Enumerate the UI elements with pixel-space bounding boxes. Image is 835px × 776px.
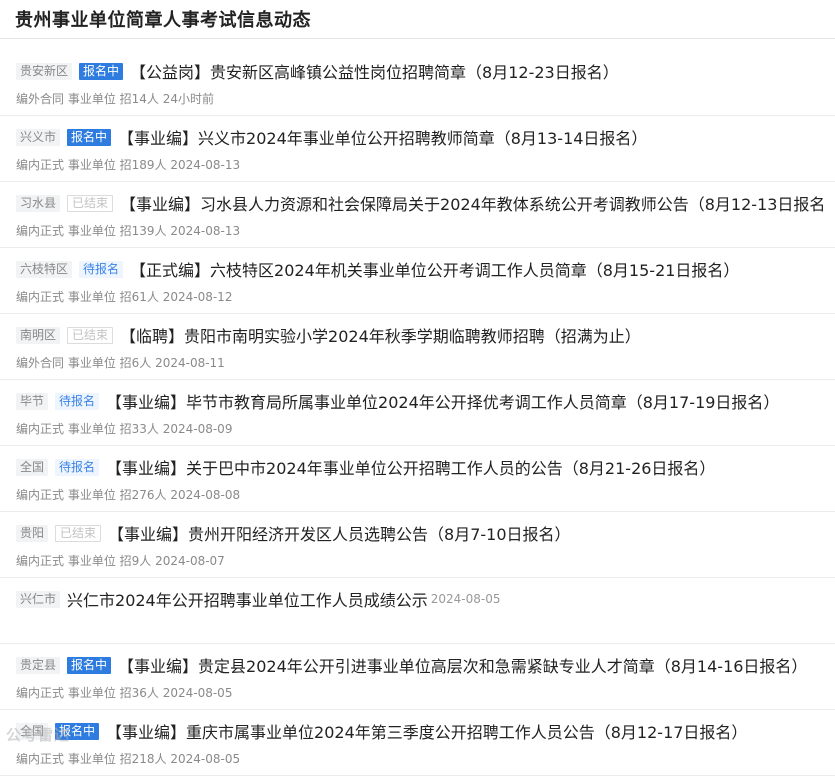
- region-tag[interactable]: 毕节: [16, 392, 49, 410]
- list-item[interactable]: 全国 报名中 【事业编】重庆市属事业单位2024年第三季度公开招聘工作人员公告（8月…: [0, 710, 835, 776]
- announcement-title-link[interactable]: 【公益岗】贵安新区高峰镇公益性岗位招聘简章（8月12-23日报名）: [130, 59, 619, 83]
- list-item[interactable]: 贵阳 已结束 【事业编】贵州开阳经济开发区人员选聘公告（8月7-10日报名） 编内正式…: [0, 512, 835, 578]
- region-tag[interactable]: 兴仁市: [16, 590, 61, 608]
- announcement-title-link[interactable]: 【事业编】习水县人力资源和社会保障局关于2024年教体系统公开考调教师公告（8月…: [120, 191, 825, 215]
- status-badge: 报名中: [67, 656, 112, 674]
- list-item[interactable]: 习水县 已结束 【事业编】习水县人力资源和社会保障局关于2024年教体系统公开考调教…: [0, 182, 835, 248]
- list-item-header: 全国 待报名 【事业编】关于巴中市2024年事业单位公开招聘工作人员的公告（8月21…: [16, 455, 835, 479]
- list-item[interactable]: 贵定县 报名中 【事业编】贵定县2024年公开引进事业单位高层次和急需紧缺专业人才简…: [0, 644, 835, 710]
- announcement-meta: 编内正式 事业单位 招218人 2024-08-05: [16, 752, 241, 766]
- status-badge: 报名中: [79, 62, 124, 80]
- list-item-header: 南明区 已结束 【临聘】贵阳市南明实验小学2024年秋季学期临聘教师招聘（招满为止）: [16, 323, 835, 347]
- list-item[interactable]: 兴义市 报名中 【事业编】兴义市2024年事业单位公开招聘教师简章（8月13-14日…: [0, 116, 835, 182]
- status-badge: 待报名: [55, 458, 100, 476]
- list-item-header: 毕节 待报名 【事业编】毕节市教育局所属事业单位2024年公开择优考调工作人员简章（…: [16, 389, 835, 413]
- announcement-meta: 编内正式 事业单位 招36人 2024-08-05: [16, 686, 233, 700]
- announcement-list: 贵安新区 报名中 【公益岗】贵安新区高峰镇公益性岗位招聘简章（8月12-23日报名）…: [0, 39, 835, 776]
- region-tag[interactable]: 全国: [16, 458, 49, 476]
- announcement-title-link[interactable]: 【临聘】贵阳市南明实验小学2024年秋季学期临聘教师招聘（招满为止）: [120, 323, 641, 347]
- list-item[interactable]: 兴仁市 兴仁市2024年公开招聘事业单位工作人员成绩公示 2024-08-05: [0, 578, 835, 644]
- announcement-meta: 编内正式 事业单位 招189人 2024-08-13: [16, 158, 241, 172]
- list-item-header: 贵阳 已结束 【事业编】贵州开阳经济开发区人员选聘公告（8月7-10日报名）: [16, 521, 835, 545]
- region-tag[interactable]: 贵定县: [16, 656, 61, 674]
- announcement-title-link[interactable]: 【事业编】贵定县2024年公开引进事业单位高层次和急需紧缺专业人才简章（8月14…: [118, 653, 807, 677]
- announcement-meta: 编内正式 事业单位 招139人 2024-08-13: [16, 224, 241, 238]
- region-tag[interactable]: 贵阳: [16, 524, 49, 542]
- watermark: 公考雷达: [6, 726, 71, 744]
- status-badge: 已结束: [67, 326, 114, 344]
- region-tag[interactable]: 贵安新区: [16, 62, 73, 80]
- announcement-title-link[interactable]: 兴仁市2024年公开招聘事业单位工作人员成绩公示: [67, 587, 428, 611]
- list-item[interactable]: 毕节 待报名 【事业编】毕节市教育局所属事业单位2024年公开择优考调工作人员简章（…: [0, 380, 835, 446]
- announcement-meta: 编外合同 事业单位 招14人 24小时前: [16, 92, 214, 106]
- region-tag[interactable]: 南明区: [16, 326, 61, 344]
- status-badge: 已结束: [55, 524, 102, 542]
- list-item-header: 六枝特区 待报名 【正式编】六枝特区2024年机关事业单位公开考调工作人员简章（8月…: [16, 257, 835, 281]
- announcement-title-link[interactable]: 【正式编】六枝特区2024年机关事业单位公开考调工作人员简章（8月15-21日报…: [130, 257, 739, 281]
- list-item-header: 贵安新区 报名中 【公益岗】贵安新区高峰镇公益性岗位招聘简章（8月12-23日报名）: [16, 59, 835, 83]
- list-item[interactable]: 南明区 已结束 【临聘】贵阳市南明实验小学2024年秋季学期临聘教师招聘（招满为止）…: [0, 314, 835, 380]
- list-item[interactable]: 六枝特区 待报名 【正式编】六枝特区2024年机关事业单位公开考调工作人员简章（8月…: [0, 248, 835, 314]
- announcement-meta: 编内正式 事业单位 招61人 2024-08-12: [16, 290, 233, 304]
- announcement-meta: 编外合同 事业单位 招6人 2024-08-11: [16, 356, 225, 370]
- list-item-header: 贵定县 报名中 【事业编】贵定县2024年公开引进事业单位高层次和急需紧缺专业人才简…: [16, 653, 835, 677]
- list-item-header: 兴义市 报名中 【事业编】兴义市2024年事业单位公开招聘教师简章（8月13-14日…: [16, 125, 835, 149]
- announcement-title-link[interactable]: 【事业编】重庆市属事业单位2024年第三季度公开招聘工作人员公告（8月12-17…: [106, 719, 747, 743]
- list-item[interactable]: 贵安新区 报名中 【公益岗】贵安新区高峰镇公益性岗位招聘简章（8月12-23日报名）…: [0, 50, 835, 116]
- announcement-title-link[interactable]: 【事业编】贵州开阳经济开发区人员选聘公告（8月7-10日报名）: [108, 521, 571, 545]
- region-tag[interactable]: 兴义市: [16, 128, 61, 146]
- announcement-title-link[interactable]: 【事业编】关于巴中市2024年事业单位公开招聘工作人员的公告（8月21-26日报…: [106, 455, 715, 479]
- region-tag[interactable]: 习水县: [16, 194, 61, 212]
- announcement-meta: 编内正式 事业单位 招9人 2024-08-07: [16, 554, 225, 568]
- status-badge: 已结束: [67, 194, 114, 212]
- announcement-meta: 编内正式 事业单位 招276人 2024-08-08: [16, 488, 241, 502]
- list-item[interactable]: 全国 待报名 【事业编】关于巴中市2024年事业单位公开招聘工作人员的公告（8月21…: [0, 446, 835, 512]
- list-item-header: 兴仁市 兴仁市2024年公开招聘事业单位工作人员成绩公示 2024-08-05: [16, 587, 835, 611]
- post-date: 2024-08-05: [430, 592, 501, 606]
- announcement-meta: 编内正式 事业单位 招33人 2024-08-09: [16, 422, 233, 436]
- list-item-header: 习水县 已结束 【事业编】习水县人力资源和社会保障局关于2024年教体系统公开考调教…: [16, 191, 835, 215]
- page-title: 贵州事业单位简章人事考试信息动态: [15, 10, 311, 31]
- announcement-title-link[interactable]: 【事业编】毕节市教育局所属事业单位2024年公开择优考调工作人员简章（8月17-…: [106, 389, 779, 413]
- list-item-header: 全国 报名中 【事业编】重庆市属事业单位2024年第三季度公开招聘工作人员公告（8月…: [16, 719, 835, 743]
- page-header: 贵州事业单位简章人事考试信息动态: [0, 0, 835, 39]
- announcement-title-link[interactable]: 【事业编】兴义市2024年事业单位公开招聘教师简章（8月13-14日报名）: [118, 125, 647, 149]
- status-badge: 报名中: [67, 128, 112, 146]
- status-badge: 待报名: [79, 260, 124, 278]
- region-tag[interactable]: 六枝特区: [16, 260, 73, 278]
- status-badge: 待报名: [55, 392, 100, 410]
